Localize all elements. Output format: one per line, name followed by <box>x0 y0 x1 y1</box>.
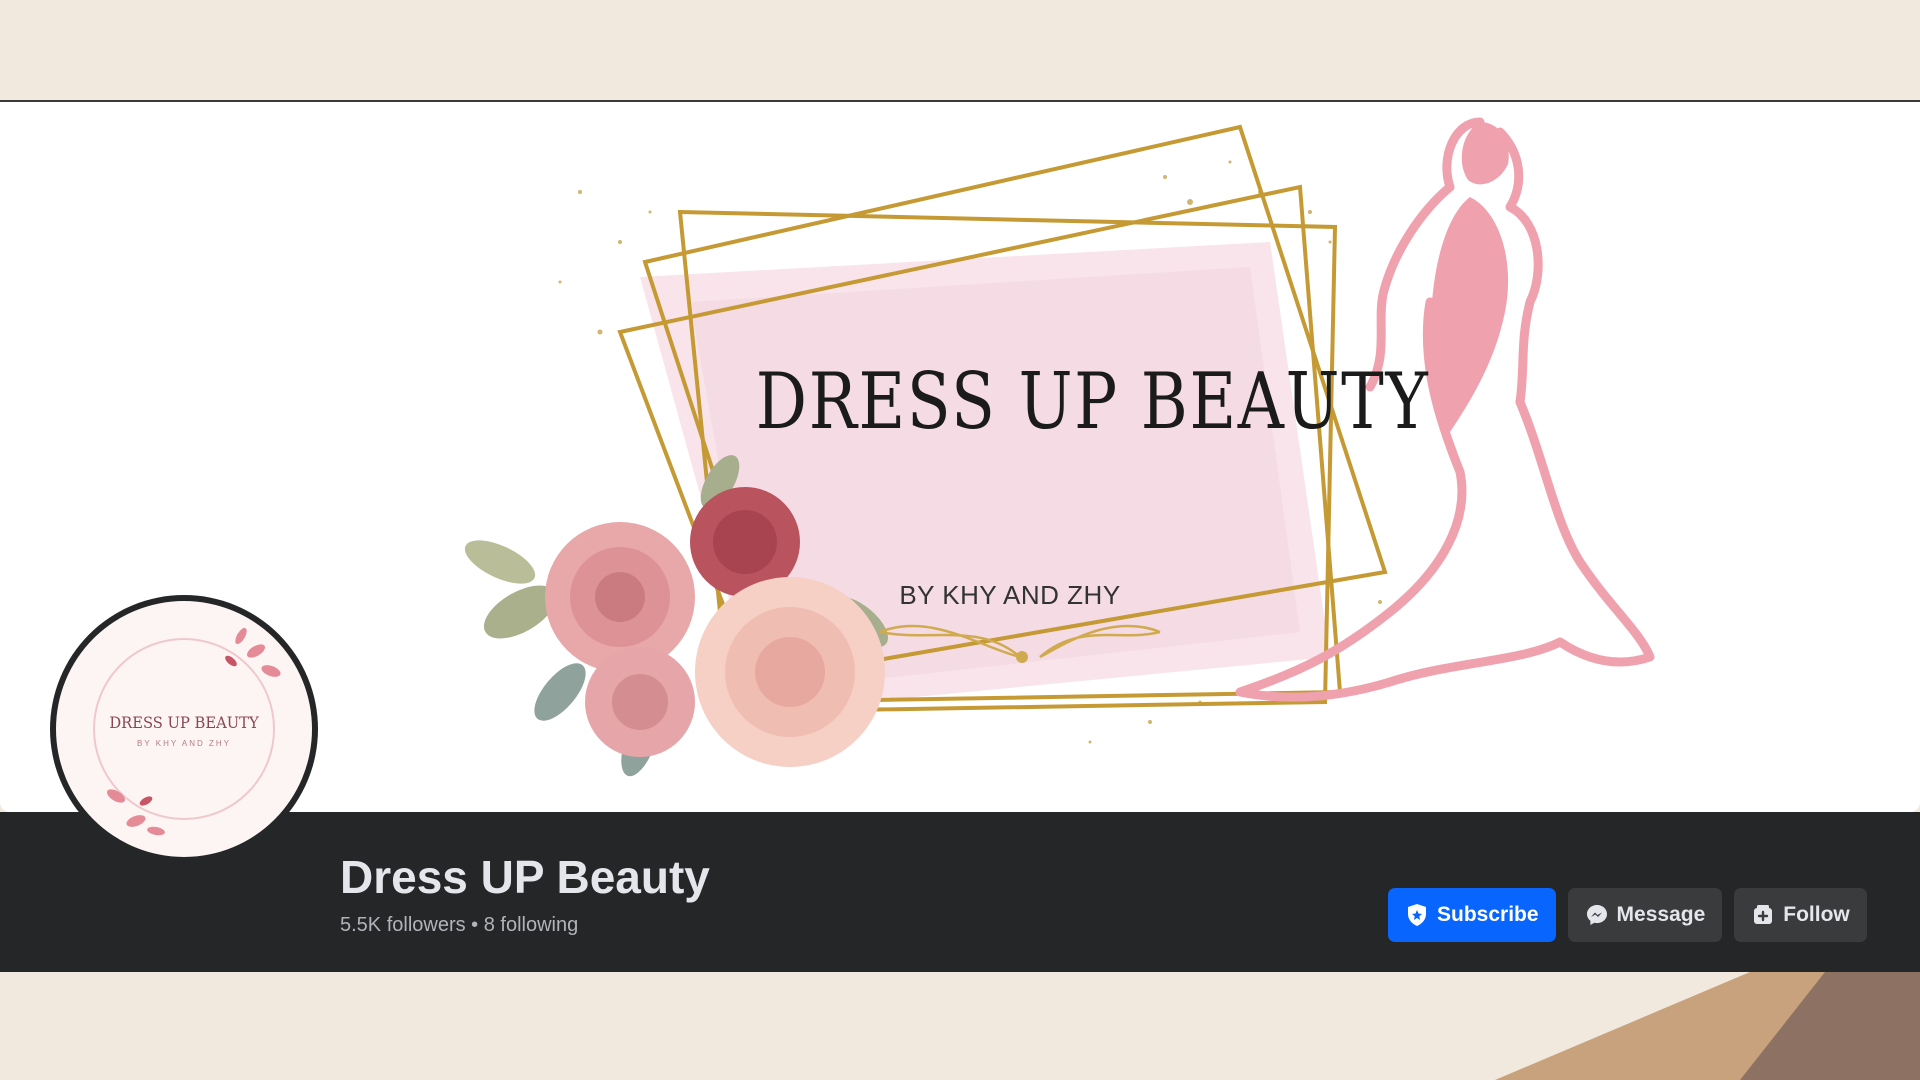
decorative-corner-shapes <box>1495 972 1920 1080</box>
